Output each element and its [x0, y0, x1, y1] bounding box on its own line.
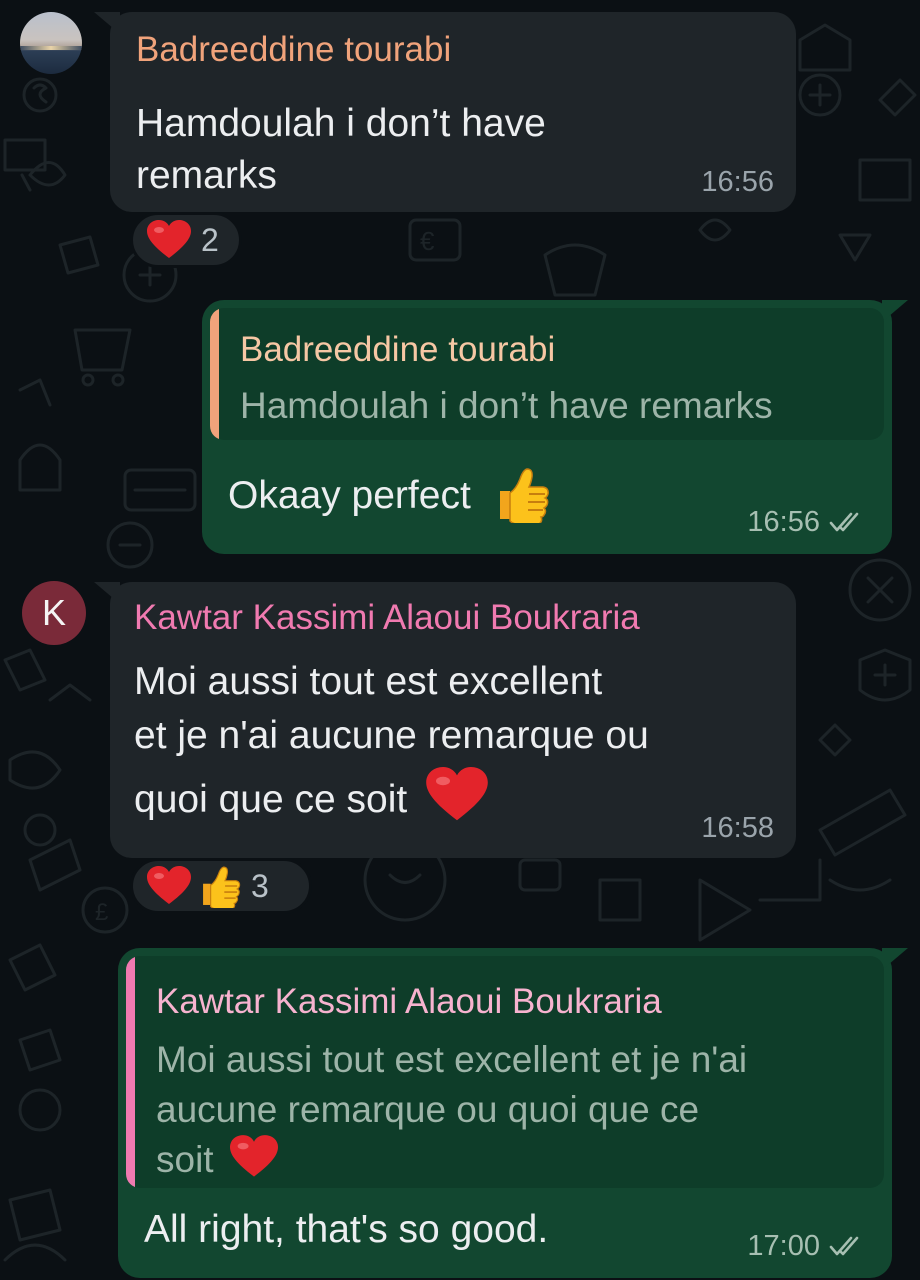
bubble-tail [94, 582, 120, 604]
bubble-tail [882, 300, 908, 322]
quote-text-line: Hamdoulah i don’t have remarks [240, 385, 773, 426]
bubble-tail [882, 948, 908, 970]
message-text-line: Hamdoulah i don’t have [136, 102, 546, 145]
svg-text:€: € [420, 226, 435, 256]
reaction-count: 3 [251, 867, 269, 904]
reaction-pill[interactable]: 3 [130, 858, 312, 914]
avatar-badreeddine[interactable] [20, 12, 82, 74]
message-text-line: et je n'ai aucune remarque ou [134, 714, 649, 757]
message-bubble-outgoing[interactable]: Badreeddine tourabi Hamdoulah i don’t ha… [202, 300, 908, 554]
thumbs-up-emoji-icon [203, 866, 241, 908]
bubble-tail [94, 12, 120, 34]
quote-text-line: Moi aussi tout est excellent et je n'ai [156, 1039, 748, 1080]
double-check-icon [829, 1236, 859, 1256]
quoted-message[interactable]: Badreeddine tourabi Hamdoulah i don’t ha… [210, 308, 884, 440]
message-bubble-incoming[interactable]: Badreeddine tourabi Hamdoulah i don’t ha… [94, 12, 796, 212]
message-time: 17:00 [747, 1230, 820, 1262]
sender-name[interactable]: Kawtar Kassimi Alaoui Boukraria [134, 598, 640, 638]
message-time: 16:56 [747, 506, 820, 538]
thumbs-up-emoji-icon [499, 467, 549, 523]
message-text-content: quoi que ce soit [134, 778, 408, 821]
message-text: Okaay perfect [228, 467, 550, 523]
quote-text-line: soit [156, 1134, 278, 1185]
quoted-message[interactable]: Kawtar Kassimi Alaoui Boukraria Moi auss… [126, 956, 884, 1188]
message-text-content: Okaay perfect [228, 474, 471, 517]
reaction-pill[interactable]: 2 [130, 212, 242, 268]
quote-text-content: soit [156, 1139, 214, 1180]
svg-text:£: £ [95, 899, 108, 926]
quote-accent-bar [210, 308, 219, 440]
message-text-line: quoi que ce soit [134, 766, 488, 826]
message-text-line: Moi aussi tout est excellent [134, 660, 603, 703]
quote-text-line: aucune remarque ou quoi que ce [156, 1089, 700, 1130]
heart-emoji-icon [147, 866, 191, 904]
avatar-kawtar[interactable]: K [22, 581, 86, 645]
heart-emoji-icon [229, 1135, 278, 1177]
double-check-icon [829, 512, 859, 532]
quote-sender-name: Badreeddine tourabi [240, 330, 556, 369]
message-bubble-incoming[interactable]: Kawtar Kassimi Alaoui Boukraria Moi auss… [94, 582, 796, 858]
reaction-count: 2 [201, 221, 219, 258]
quote-accent-bar [126, 956, 135, 1188]
quote-sender-name: Kawtar Kassimi Alaoui Boukraria [156, 982, 662, 1021]
avatar-letter: K [41, 592, 66, 633]
sender-name[interactable]: Badreeddine tourabi [136, 30, 451, 70]
message-time: 16:58 [701, 812, 774, 844]
message-text-line: remarks [136, 154, 277, 197]
message-time: 16:56 [701, 166, 774, 198]
heart-emoji-icon [426, 766, 488, 820]
heart-emoji-icon [147, 220, 191, 258]
message-bubble-outgoing[interactable]: Kawtar Kassimi Alaoui Boukraria Moi auss… [118, 948, 908, 1278]
message-text: All right, that's so good. [144, 1208, 549, 1251]
